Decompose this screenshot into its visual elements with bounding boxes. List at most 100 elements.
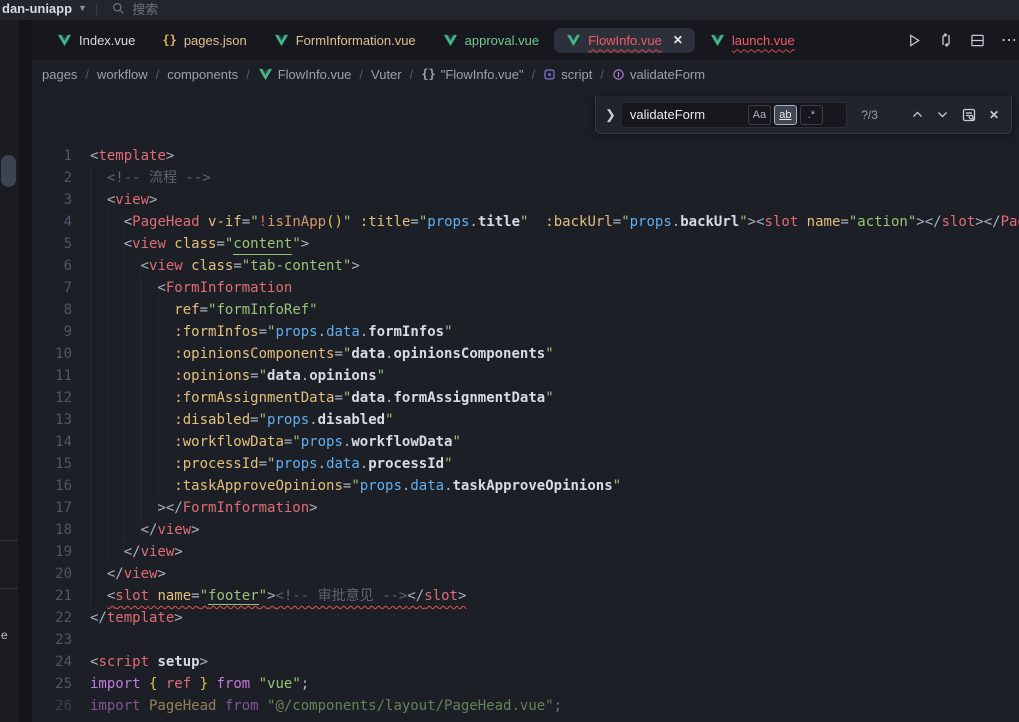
search-placeholder: 搜索	[132, 0, 158, 18]
token: </	[124, 541, 141, 563]
symbol-method-icon	[612, 68, 625, 81]
token: slot	[765, 211, 799, 233]
indent-guides	[90, 563, 107, 585]
token: .	[360, 321, 368, 343]
line-number: 12	[32, 387, 72, 409]
chevron-down-icon[interactable]: ▼	[78, 3, 87, 13]
token: v-if	[200, 211, 242, 233]
token: "	[419, 211, 427, 233]
indent-guides	[90, 167, 107, 189]
token: data	[410, 475, 444, 497]
regex-toggle[interactable]: .*	[800, 105, 823, 125]
code-line[interactable]: 18</view>	[32, 519, 1019, 541]
code-editor[interactable]: 1<template>2<!-- 流程 -->3<view>4<PageHead…	[32, 88, 1019, 722]
token: opinionsComponents	[393, 343, 545, 365]
indent-guides	[90, 541, 124, 563]
token: .	[318, 321, 326, 343]
code-line[interactable]: 6<view class="tab-content">	[32, 255, 1019, 277]
find-in-selection-icon[interactable]	[955, 105, 983, 125]
token: :taskApproveOpinions	[174, 475, 343, 497]
whole-word-toggle[interactable]: ab	[774, 105, 797, 125]
code-line[interactable]: 9:formInfos="props.data.formInfos"	[32, 321, 1019, 343]
tab-flowinfo-vue[interactable]: FlowInfo.vue✕	[554, 28, 695, 53]
token: :opinionsComponents	[174, 343, 334, 365]
token: props	[360, 475, 402, 497]
indent-guides	[90, 475, 174, 497]
close-tab-icon[interactable]: ✕	[673, 33, 683, 47]
line-number: 4	[32, 211, 72, 233]
code-line[interactable]: 10:opinionsComponents="data.opinionsComp…	[32, 343, 1019, 365]
code-line[interactable]: 26import PageHead from "@/components/lay…	[32, 695, 1019, 717]
code-line[interactable]: 19</view>	[32, 541, 1019, 563]
code-line[interactable]: 1<template>	[32, 145, 1019, 167]
line-number: 1	[32, 145, 72, 167]
toggle-replace-chevron-icon[interactable]: ❯	[600, 107, 621, 123]
token: .	[385, 343, 393, 365]
find-input[interactable]	[630, 107, 748, 122]
tab-pages-json[interactable]: {}pages.json	[150, 28, 258, 53]
token: name	[798, 211, 840, 233]
code-line[interactable]: 3<view>	[32, 189, 1019, 211]
token: props	[301, 431, 343, 453]
line-number: 20	[32, 563, 72, 585]
divider: |	[95, 1, 98, 16]
code-line[interactable]: 14:workflowData="props.workflowData"	[32, 431, 1019, 453]
token: "vue"	[250, 673, 301, 695]
split-editor-icon[interactable]	[970, 33, 985, 48]
next-match-icon[interactable]	[930, 106, 955, 123]
tab-launch-vue[interactable]: launch.vue	[698, 28, 807, 53]
code-line[interactable]: 4<PageHead v-if="!isInApp()" :title="pro…	[32, 211, 1019, 233]
previous-match-icon[interactable]	[905, 106, 930, 123]
breadcrumb-item--flowinfo-vue-[interactable]: {}"FlowInfo.vue"	[419, 67, 525, 82]
tab-approval-vue[interactable]: approval.vue	[431, 28, 551, 53]
code-line[interactable]: 23	[32, 629, 1019, 651]
global-search-box[interactable]: 搜索	[112, 0, 158, 18]
code-line[interactable]: 25import { ref } from "vue";	[32, 673, 1019, 695]
code-line[interactable]: 15:processId="props.data.processId"	[32, 453, 1019, 475]
close-find-icon[interactable]: ✕	[983, 106, 1005, 124]
token: =	[334, 387, 342, 409]
token: =	[410, 211, 418, 233]
line-number: 22	[32, 607, 72, 629]
indent-guides	[90, 519, 141, 541]
code-line[interactable]: 2<!-- 流程 -->	[32, 167, 1019, 189]
more-actions-icon[interactable]: ⋯⋯	[1001, 30, 1015, 50]
code-line[interactable]: 17></FormInformation>	[32, 497, 1019, 519]
token: >	[200, 651, 208, 673]
compare-changes-icon[interactable]	[938, 32, 954, 48]
token: view	[115, 189, 149, 211]
side-panel-thumb[interactable]	[1, 155, 16, 187]
breadcrumb-item-validateform[interactable]: validateForm	[610, 67, 707, 82]
error-squiggle: <slot name="footer"><!-- 审批意见 --></slot>	[107, 585, 467, 607]
workspace-name[interactable]: dan-uniapp	[2, 1, 72, 16]
breadcrumb-item-components[interactable]: components	[165, 67, 240, 82]
breadcrumb-item-script[interactable]: script	[541, 67, 594, 82]
breadcrumb-item-vuter[interactable]: Vuter	[369, 67, 404, 82]
code-line[interactable]: 21<slot name="footer"><!-- 审批意见 --></slo…	[32, 585, 1019, 607]
tab-index-vue[interactable]: Index.vue	[45, 28, 147, 53]
code-line[interactable]: 8ref="formInfoRef"	[32, 299, 1019, 321]
token: view	[124, 563, 158, 585]
line-number: 24	[32, 651, 72, 673]
divider	[0, 588, 18, 589]
code-line[interactable]: 24<script setup>	[32, 651, 1019, 673]
code-line[interactable]: 12:formAssignmentData="data.formAssignme…	[32, 387, 1019, 409]
token: }	[191, 673, 208, 695]
tab-forminformation-vue[interactable]: FormInformation.vue	[262, 28, 428, 53]
token: :backUrl	[528, 211, 612, 233]
code-line[interactable]: 5<view class="content">	[32, 233, 1019, 255]
breadcrumb-item-workflow[interactable]: workflow	[95, 67, 150, 82]
run-icon[interactable]	[907, 33, 922, 48]
token: "	[621, 211, 629, 233]
code-line[interactable]: 13:disabled="props.disabled"	[32, 409, 1019, 431]
code-line[interactable]: 11:opinions="data.opinions"	[32, 365, 1019, 387]
breadcrumb-item-flowinfo-vue[interactable]: FlowInfo.vue	[256, 67, 354, 82]
match-case-toggle[interactable]: Aa	[748, 105, 771, 125]
breadcrumb-item-pages[interactable]: pages	[40, 67, 79, 82]
side-panel-edge: e	[0, 20, 18, 722]
code-line[interactable]: 7<FormInformation	[32, 277, 1019, 299]
code-line[interactable]: 20</view>	[32, 563, 1019, 585]
code-line[interactable]: 22</template>	[32, 607, 1019, 629]
breadcrumb-separator: /	[85, 67, 89, 82]
code-line[interactable]: 16:taskApproveOpinions="props.data.taskA…	[32, 475, 1019, 497]
